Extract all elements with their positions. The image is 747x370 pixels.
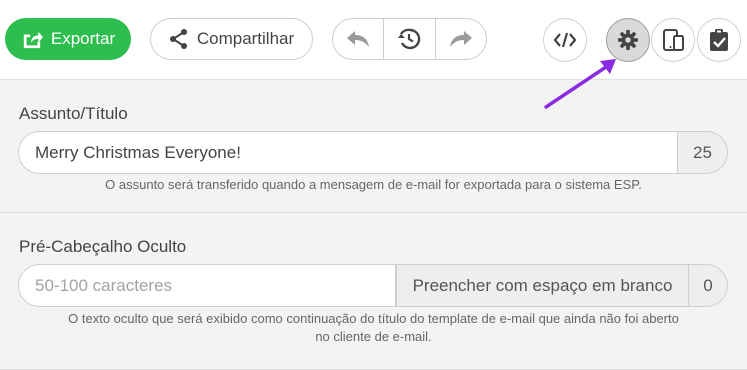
share-label: Compartilhar [196,29,295,48]
history-controls [332,18,487,60]
subject-section: Assunto/Título Merry Christmas Everyone!… [0,80,747,213]
history-icon [398,28,421,50]
fill-whitespace-button[interactable]: Preencher com espaço em branco [396,264,689,307]
redo-icon [449,31,472,47]
undo-icon [347,31,370,47]
preheader-help-text: O texto oculto que será exibido como con… [0,310,747,346]
history-button[interactable] [383,19,436,59]
top-toolbar: Exportar Compartilhar [0,0,747,80]
code-icon [553,32,577,48]
subject-help-text: O assunto será transferido quando a mens… [105,177,642,192]
device-preview-icon [663,29,684,51]
preheader-label: Pré-Cabeçalho Oculto [19,237,187,256]
export-icon [23,31,43,49]
subject-input-group: Merry Christmas Everyone! 25 [18,131,728,174]
export-button[interactable]: Exportar [5,18,131,60]
redo-button[interactable] [436,19,486,59]
export-label: Exportar [50,29,116,48]
subject-label: Assunto/Título [19,104,128,123]
clipboard-check-icon [710,29,728,51]
preheader-char-count: 0 [689,264,728,307]
subject-char-count: 25 [678,131,728,174]
subject-input[interactable]: Merry Christmas Everyone! [18,131,678,174]
share-button[interactable]: Compartilhar [150,18,313,60]
device-preview-button[interactable] [651,18,695,62]
preheader-help-line2: no cliente de e-mail. [315,329,432,344]
preheader-help-line1: O texto oculto que será exibido como con… [68,311,679,326]
checklist-button[interactable] [697,18,741,62]
preheader-input[interactable]: 50-100 caracteres [18,264,396,307]
share-icon [169,29,187,49]
preheader-input-group: 50-100 caracteres Preencher com espaço e… [18,264,728,307]
preheader-section: Pré-Cabeçalho Oculto 50-100 caracteres P… [0,214,747,370]
gear-icon [617,29,639,51]
undo-button[interactable] [333,19,383,59]
